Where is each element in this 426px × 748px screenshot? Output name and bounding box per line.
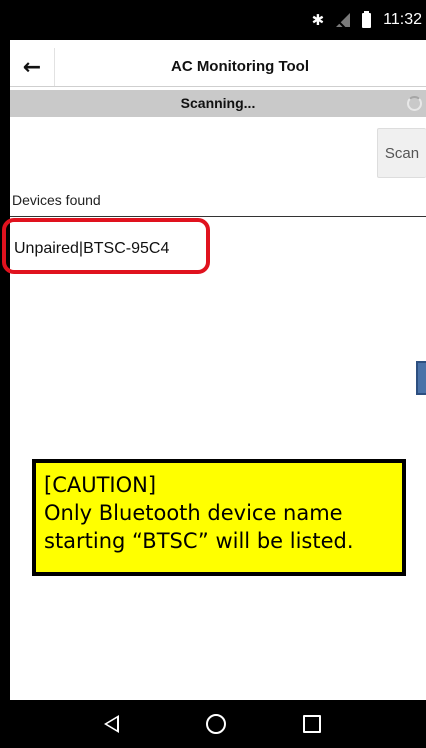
- scroll-handle[interactable]: [416, 361, 426, 395]
- back-button[interactable]: ←: [10, 48, 55, 86]
- home-icon: [206, 714, 226, 734]
- status-icons: ✱ 11:32: [312, 0, 422, 40]
- devices-divider: [10, 216, 426, 217]
- scan-status-text: Scanning...: [180, 95, 256, 111]
- nav-home-button[interactable]: [186, 700, 246, 748]
- devices-found-header: Devices found: [12, 192, 101, 208]
- scan-button-label: Scan: [384, 144, 420, 162]
- navigation-bar: [0, 700, 426, 748]
- recents-icon: [303, 715, 321, 733]
- phone-screen: ✱ 11:32 ← AC Monitoring Tool Scanning...…: [0, 0, 426, 748]
- status-time: 11:32: [383, 11, 422, 28]
- back-arrow-icon: ←: [22, 54, 42, 80]
- battery-icon: [362, 10, 372, 28]
- left-edge: [0, 40, 10, 700]
- signal-off-icon: [336, 13, 351, 27]
- bluetooth-icon: ✱: [311, 11, 325, 29]
- scan-button[interactable]: Scan: [377, 128, 426, 178]
- caution-title: [CAUTION]: [44, 473, 157, 497]
- caution-callout: [CAUTION] Only Bluetooth device name sta…: [32, 459, 406, 576]
- nav-recents-button[interactable]: [282, 700, 342, 748]
- status-bar: ✱ 11:32: [0, 0, 426, 40]
- nav-back-button[interactable]: [81, 700, 141, 748]
- app-bar: ← AC Monitoring Tool: [10, 48, 426, 87]
- app-title: AC Monitoring Tool: [170, 58, 310, 75]
- scan-status-bar: Scanning...: [10, 90, 426, 117]
- spinner-icon: [407, 96, 422, 111]
- app-content: ← AC Monitoring Tool Scanning... Scan De…: [2, 40, 426, 700]
- highlight-annotation: [2, 218, 210, 274]
- caution-line-1: Only Bluetooth device name: [44, 501, 343, 525]
- back-icon: [103, 715, 119, 733]
- caution-line-2: starting “BTSC” will be listed.: [44, 529, 354, 553]
